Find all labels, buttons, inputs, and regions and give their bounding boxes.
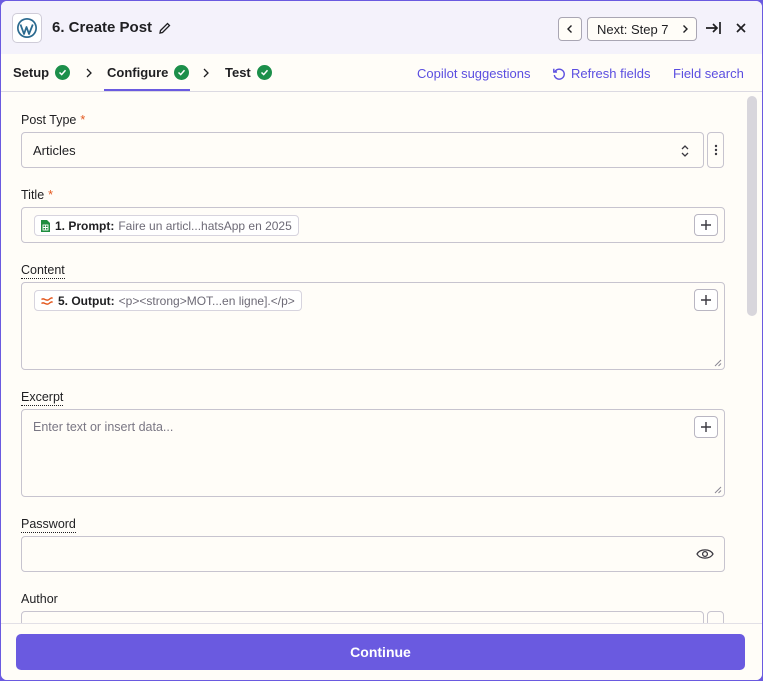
refresh-fields-link[interactable]: Refresh fields bbox=[552, 66, 650, 81]
resize-handle-icon[interactable] bbox=[714, 486, 722, 494]
tab-test[interactable]: Test bbox=[225, 65, 272, 80]
create-post-panel: 6. Create Post Next: Step 7 Setup Config… bbox=[1, 1, 762, 680]
content-label-text: Content bbox=[21, 263, 65, 279]
content-pill-step: 5. Output: bbox=[58, 293, 115, 308]
required-marker: * bbox=[48, 188, 54, 202]
chevron-right-icon bbox=[203, 68, 209, 78]
excerpt-label-text: Excerpt bbox=[21, 390, 64, 406]
title-field[interactable]: 1. Prompt: Faire un articl...hatsApp en … bbox=[21, 207, 725, 243]
continue-button[interactable]: Continue bbox=[16, 634, 745, 670]
copilot-suggestions-link[interactable]: Copilot suggestions bbox=[417, 66, 530, 81]
post-type-value: Articles bbox=[33, 143, 76, 158]
password-field[interactable] bbox=[21, 536, 725, 572]
tab-configure-label: Configure bbox=[107, 65, 169, 80]
copilot-suggestions-label: Copilot suggestions bbox=[417, 66, 531, 81]
continue-label: Continue bbox=[350, 644, 411, 660]
tab-configure[interactable]: Configure bbox=[107, 65, 190, 80]
wordpress-icon bbox=[12, 13, 42, 43]
content-label: Content bbox=[21, 263, 65, 279]
required-marker: * bbox=[80, 113, 86, 127]
password-label-text: Password bbox=[21, 517, 76, 533]
tab-test-label: Test bbox=[225, 65, 251, 80]
exit-icon[interactable] bbox=[704, 19, 722, 37]
post-type-label-text: Post Type bbox=[21, 113, 77, 127]
author-label-text: Author bbox=[21, 592, 58, 606]
title-label-text: Title bbox=[21, 188, 45, 202]
excerpt-field[interactable]: Enter text or insert data... bbox=[21, 409, 725, 497]
chevron-left-icon bbox=[567, 25, 572, 33]
field-search-link[interactable]: Field search bbox=[673, 66, 744, 81]
title-label: Title * bbox=[21, 188, 53, 202]
google-sheets-icon bbox=[41, 219, 50, 232]
check-circle-icon bbox=[256, 65, 272, 80]
post-type-label: Post Type * bbox=[21, 113, 85, 127]
excerpt-insert-data-button[interactable] bbox=[694, 416, 718, 438]
formatter-icon bbox=[41, 296, 54, 305]
content-field[interactable]: 5. Output: <p><strong>MOT...en ligne].</… bbox=[21, 282, 725, 370]
active-tab-indicator bbox=[104, 89, 190, 91]
select-arrows-icon bbox=[681, 145, 689, 157]
refresh-fields-label: Refresh fields bbox=[571, 66, 651, 81]
eye-icon[interactable] bbox=[696, 547, 714, 561]
close-icon[interactable] bbox=[732, 19, 750, 37]
excerpt-label: Excerpt bbox=[21, 390, 64, 406]
next-step-button[interactable]: Next: Step 7 bbox=[587, 17, 697, 41]
resize-handle-icon[interactable] bbox=[714, 359, 722, 367]
author-select[interactable] bbox=[21, 611, 704, 623]
title-insert-data-button[interactable] bbox=[694, 214, 718, 236]
plus-icon bbox=[701, 220, 711, 230]
check-circle-icon bbox=[55, 65, 71, 80]
step-tabs: Setup Configure Test Copilot suggestions… bbox=[1, 54, 762, 92]
next-step-label: Next: Step 7 bbox=[597, 21, 669, 37]
excerpt-placeholder: Enter text or insert data... bbox=[33, 420, 174, 434]
password-label: Password bbox=[21, 517, 76, 533]
step-title-text: 6. Create Post bbox=[52, 19, 153, 36]
content-mapped-pill[interactable]: 5. Output: <p><strong>MOT...en ligne].</… bbox=[34, 290, 302, 311]
kebab-icon bbox=[714, 144, 717, 156]
post-type-options-button[interactable] bbox=[707, 132, 724, 168]
author-options-button[interactable] bbox=[707, 611, 724, 623]
step-title[interactable]: 6. Create Post bbox=[52, 19, 172, 36]
content-insert-data-button[interactable] bbox=[694, 289, 718, 311]
tab-setup[interactable]: Setup bbox=[13, 65, 71, 80]
title-mapped-pill[interactable]: 1. Prompt: Faire un articl...hatsApp en … bbox=[34, 215, 299, 236]
chevron-right-icon bbox=[86, 68, 92, 78]
refresh-icon bbox=[553, 67, 565, 80]
tab-setup-label: Setup bbox=[13, 65, 50, 80]
plus-icon bbox=[701, 295, 711, 305]
form-content: Post Type * Articles Title * 1. Prompt: … bbox=[1, 93, 762, 623]
panel-footer: Continue bbox=[1, 623, 762, 680]
pencil-icon[interactable] bbox=[158, 21, 172, 35]
check-circle-icon bbox=[174, 65, 190, 80]
author-label: Author bbox=[21, 592, 58, 606]
previous-step-button[interactable] bbox=[558, 17, 582, 41]
title-pill-value: Faire un articl...hatsApp en 2025 bbox=[118, 218, 292, 233]
chevron-right-icon bbox=[683, 25, 688, 33]
scrollbar[interactable] bbox=[747, 96, 757, 316]
panel-header: 6. Create Post Next: Step 7 bbox=[1, 1, 762, 54]
content-pill-value: <p><strong>MOT...en ligne].</p> bbox=[118, 293, 295, 308]
field-search-label: Field search bbox=[673, 66, 744, 81]
title-pill-step: 1. Prompt: bbox=[55, 218, 115, 233]
post-type-select[interactable]: Articles bbox=[21, 132, 704, 168]
plus-icon bbox=[701, 422, 711, 432]
